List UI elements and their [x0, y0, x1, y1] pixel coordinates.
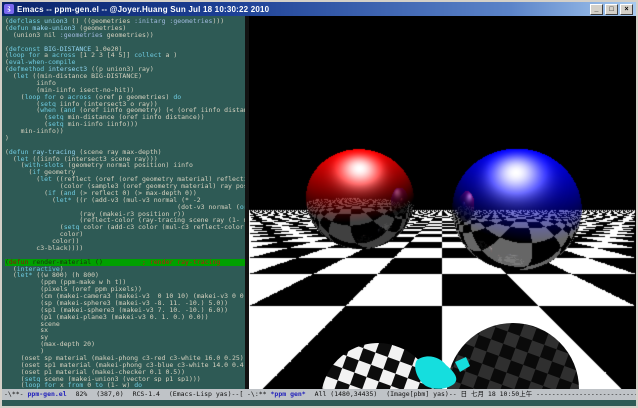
titlebar[interactable]: Emacs -- ppm-gen.el -- @Joyer.Huang Sun … [2, 2, 636, 16]
modeline-buffer-name[interactable]: ppm-gen.el [28, 390, 67, 398]
modeline-line-col: (387,0) [96, 390, 123, 398]
code-text: (defclass union3 () ((geometries :initar… [2, 16, 245, 389]
modeline-dashes: ---------------------------------------- [536, 390, 636, 398]
modeline-prefix: -\:** [247, 390, 267, 398]
modeline-buffer-name[interactable]: *ppm gen* [271, 390, 306, 398]
window-controls: _ □ × [590, 4, 633, 15]
emacs-window: Emacs -- ppm-gen.el -- @Joyer.Huang Sun … [0, 0, 638, 408]
scene-artifact-overlay [249, 16, 636, 389]
modeline-right[interactable]: -\:** *ppm gen* All (1480,34435) (Image[… [245, 389, 636, 400]
modeline-percent: 82% [76, 390, 88, 398]
modeline-left[interactable]: -\**- ppm-gen.el 82% (387,0) RCS-1.4 (Em… [2, 389, 245, 400]
modeline-position: All (1480,34435) [315, 390, 378, 398]
modeline-clock: 日 七月 18 10:50上午 [461, 390, 533, 398]
echo-area[interactable] [2, 400, 636, 406]
code-editor-pane[interactable]: (defclass union3 () ((geometries :initar… [2, 16, 245, 389]
maximize-button[interactable]: □ [605, 4, 618, 15]
modeline-major-mode[interactable]: (Image[pbm] yas)-- [386, 390, 456, 398]
dark-checker-sphere [447, 323, 579, 389]
window-title: Emacs -- ppm-gen.el -- @Joyer.Huang Sun … [17, 5, 269, 14]
modeline-major-mode[interactable]: (Emacs-Lisp yas)--[ [169, 390, 243, 398]
modeline-prefix: -\**- [4, 390, 24, 398]
modeline-vc-status[interactable]: RCS-1.4 [133, 390, 160, 398]
emacs-app-icon [4, 4, 14, 14]
close-button[interactable]: × [620, 4, 633, 15]
image-buffer-pane[interactable] [249, 16, 636, 389]
minimize-button[interactable]: _ [590, 4, 603, 15]
